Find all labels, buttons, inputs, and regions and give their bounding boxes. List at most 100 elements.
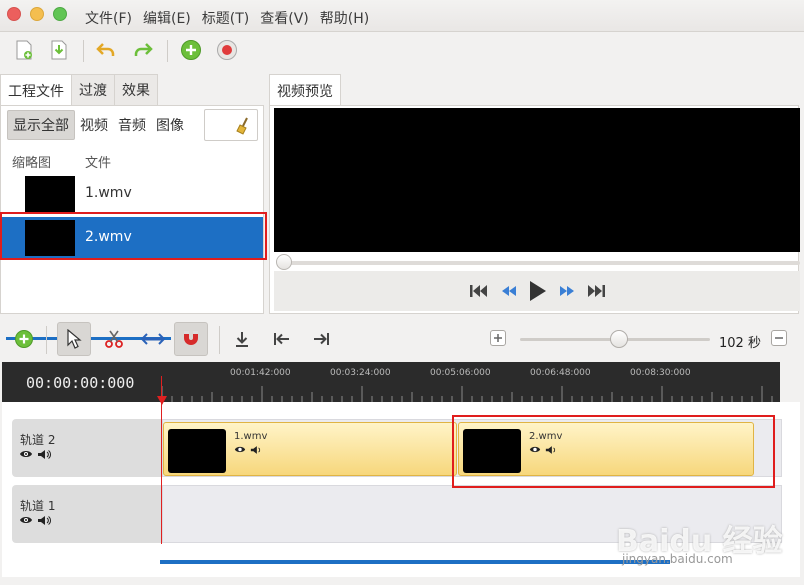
add-circle-icon xyxy=(181,40,201,60)
download-arrow-icon xyxy=(236,332,248,347)
watermark-url: jingyan.baidu.com xyxy=(622,552,733,566)
menu-edit[interactable]: 编辑(E) xyxy=(143,8,191,28)
export-video-button[interactable] xyxy=(215,38,239,62)
seek-handle[interactable] xyxy=(276,254,292,270)
track-header[interactable]: 轨道 2 xyxy=(12,419,162,477)
clip-thumbnail xyxy=(168,429,226,473)
window-minimize-button[interactable] xyxy=(30,7,44,21)
add-file-button[interactable] xyxy=(179,38,203,62)
import-file-icon xyxy=(51,40,67,60)
menu-help[interactable]: 帮助(H) xyxy=(320,8,369,28)
file-list-header: 缩略图 文件 xyxy=(1,150,263,172)
filter-video[interactable]: 视频 xyxy=(75,110,113,140)
window-maximize-button[interactable] xyxy=(53,7,67,21)
previous-marker-button[interactable] xyxy=(265,322,299,356)
menu-view[interactable]: 查看(V) xyxy=(260,8,309,28)
speaker-icon[interactable] xyxy=(250,445,262,455)
clip-label: 1.wmv xyxy=(234,431,268,442)
skip-end-icon xyxy=(588,285,605,297)
menu-file[interactable]: 文件(F) xyxy=(85,8,132,28)
tab-video-preview[interactable]: 视频预览 xyxy=(269,74,341,106)
zoom-slider-handle[interactable] xyxy=(610,330,628,348)
ruler-tick-label: 00:03:24:000 xyxy=(330,368,391,378)
ruler-tick-label: 00:06:48:000 xyxy=(530,368,591,378)
track-name: 轨道 1 xyxy=(20,499,56,513)
snapping-toggle[interactable] xyxy=(174,322,208,356)
add-marker-button[interactable] xyxy=(225,322,259,356)
timeline-ruler[interactable]: 00:00:00:000 00:01:42:000 00:03:24:000 0… xyxy=(2,362,780,402)
highlight-box xyxy=(0,212,267,260)
track-header[interactable]: 轨道 1 xyxy=(12,485,162,543)
redo-icon xyxy=(134,43,153,56)
jump-start-button[interactable] xyxy=(469,283,489,299)
video-canvas xyxy=(274,108,800,252)
minus-icon xyxy=(775,337,783,339)
ruler-tick-label: 00:05:06:000 xyxy=(430,368,491,378)
video-preview-panel: 视频预览 xyxy=(269,74,800,314)
highlight-box xyxy=(452,415,775,488)
add-track-button[interactable] xyxy=(7,322,41,356)
ruler-tick-label: 00:08:30:000 xyxy=(630,368,691,378)
file-row[interactable]: 1.wmv xyxy=(1,173,263,215)
column-thumbnail[interactable]: 缩略图 xyxy=(12,152,51,171)
eye-icon[interactable] xyxy=(234,445,246,454)
new-project-button[interactable] xyxy=(12,38,36,62)
file-name: 1.wmv xyxy=(85,185,132,201)
zoom-level-label: 102 秒 xyxy=(719,336,761,351)
column-file[interactable]: 文件 xyxy=(85,152,111,171)
fast-forward-button[interactable] xyxy=(558,283,576,299)
zoom-out-button[interactable] xyxy=(771,330,787,346)
skip-start-icon xyxy=(470,285,487,297)
play-icon xyxy=(530,281,546,301)
pointer-icon xyxy=(67,329,82,349)
tab-project-files[interactable]: 工程文件 xyxy=(0,74,72,106)
jump-right-icon xyxy=(314,333,329,345)
filter-image[interactable]: 图像 xyxy=(151,110,189,140)
rewind-button[interactable] xyxy=(500,283,518,299)
menu-bar: 文件(F) 编辑(E) 标题(T) 查看(V) 帮助(H) xyxy=(0,0,804,32)
project-files-panel: 工程文件 过渡 效果 显示全部 视频 音频 图像 缩略图 文件 1.wmv 2.… xyxy=(0,74,264,340)
speaker-icon[interactable] xyxy=(37,515,51,526)
seek-bar[interactable] xyxy=(280,261,800,265)
speaker-icon[interactable] xyxy=(37,449,51,460)
timeline-clip[interactable]: 1.wmv xyxy=(163,422,457,476)
tab-effects[interactable]: 效果 xyxy=(114,74,158,105)
track-name: 轨道 2 xyxy=(20,433,56,447)
fast-forward-icon xyxy=(560,286,574,296)
tab-transitions[interactable]: 过渡 xyxy=(71,74,115,105)
scissors-icon xyxy=(105,330,123,348)
jump-left-icon xyxy=(274,333,289,345)
filter-audio[interactable]: 音频 xyxy=(113,110,151,140)
snap-stretch-tool[interactable] xyxy=(136,322,170,356)
play-button[interactable] xyxy=(528,280,548,302)
new-file-icon xyxy=(16,40,32,60)
eye-icon[interactable] xyxy=(19,449,33,459)
playhead-marker-icon[interactable] xyxy=(157,396,167,406)
broom-icon xyxy=(236,117,248,135)
clear-filter-button[interactable] xyxy=(204,109,258,141)
next-marker-button[interactable] xyxy=(304,322,338,356)
timeline-scrollbar[interactable] xyxy=(160,560,670,564)
window-close-button[interactable] xyxy=(7,7,21,21)
horizontal-arrows-icon xyxy=(141,333,165,345)
redo-button[interactable] xyxy=(131,38,155,62)
playback-controls xyxy=(274,271,800,311)
plus-icon xyxy=(494,334,502,342)
filter-show-all[interactable]: 显示全部 xyxy=(7,110,75,140)
ruler-tick-label: 00:01:42:000 xyxy=(230,368,291,378)
menu-title[interactable]: 标题(T) xyxy=(202,8,249,28)
select-tool[interactable] xyxy=(57,322,91,356)
undo-button[interactable] xyxy=(94,38,118,62)
record-icon xyxy=(217,40,237,60)
file-thumbnail xyxy=(25,176,75,212)
rewind-icon xyxy=(502,286,516,296)
add-circle-icon xyxy=(15,330,33,348)
timeline-toolbar: 102 秒 xyxy=(0,318,804,360)
razor-tool[interactable] xyxy=(97,322,131,356)
jump-end-button[interactable] xyxy=(586,283,606,299)
main-toolbar xyxy=(0,32,804,70)
zoom-in-button[interactable] xyxy=(490,330,506,346)
open-project-button[interactable] xyxy=(47,38,71,62)
magnet-icon xyxy=(184,331,198,345)
eye-icon[interactable] xyxy=(19,515,33,525)
